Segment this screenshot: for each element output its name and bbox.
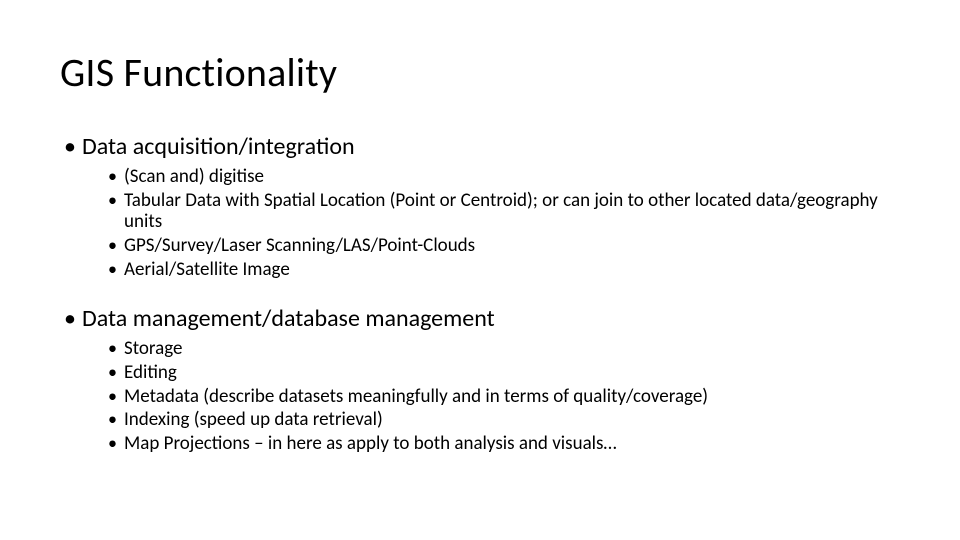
bullet-l2: (Scan and) digitise: [106, 166, 900, 188]
bullet-l2: Storage: [106, 338, 900, 360]
bullet-l2: GPS/Survey/Laser Scanning/LAS/Point-Clou…: [106, 235, 900, 257]
bullet-l2: Map Projections – in here as apply to bo…: [106, 433, 900, 455]
bullet-l2: Tabular Data with Spatial Location (Poin…: [106, 190, 900, 234]
sub-list: Storage Editing Metadata (describe datas…: [106, 338, 900, 455]
bullet-l1: Data acquisition/integration: [60, 133, 900, 162]
slide-title: GIS Functionality: [60, 48, 900, 97]
bullet-l2: Editing: [106, 362, 900, 384]
sub-list: (Scan and) digitise Tabular Data with Sp…: [106, 166, 900, 281]
bullet-l2: Indexing (speed up data retrieval): [106, 409, 900, 431]
bullet-l2: Metadata (describe datasets meaningfully…: [106, 386, 900, 408]
bullet-l1: Data management/database management: [60, 305, 900, 334]
bullet-l2: Aerial/Satellite Image: [106, 259, 900, 281]
slide: GIS Functionality Data acquisition/integ…: [0, 0, 960, 540]
